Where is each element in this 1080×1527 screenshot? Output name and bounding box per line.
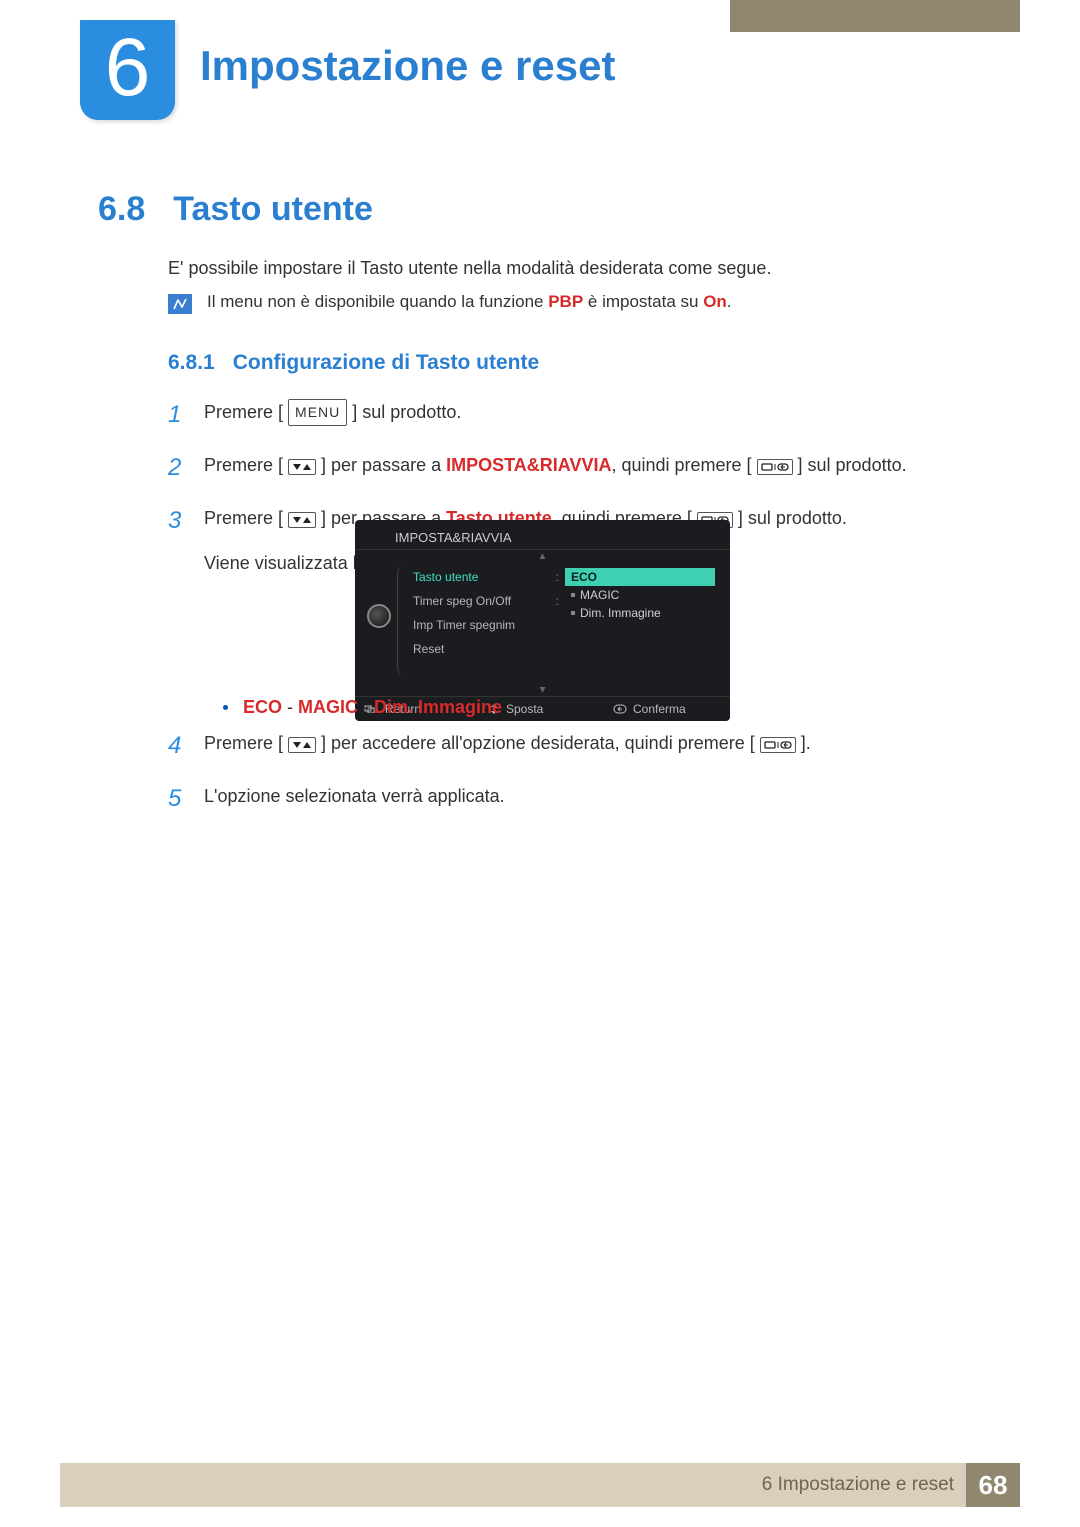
screen-enter-icon (760, 737, 796, 753)
bullet-sep2: - (358, 697, 374, 717)
osd-arc-decoration (397, 566, 407, 676)
osd-dial-icon (367, 604, 391, 628)
note-post: . (727, 292, 732, 311)
osd-footer-conferma-label: Conferma (633, 702, 686, 716)
step-1-body: Premere [ MENU ] sul prodotto. (204, 393, 461, 428)
bullet-sep1: - (282, 697, 298, 717)
step-1-a: Premere [ (204, 402, 288, 422)
osd-left-r3-label: Imp Timer spegnim (413, 618, 515, 632)
step-2-b: ] per passare a (316, 455, 446, 475)
osd-header: IMPOSTA&RIAVVIA (355, 526, 730, 550)
step-2-d: ] sul prodotto. (793, 455, 907, 475)
bullet-magic: MAGIC (298, 697, 358, 717)
chapter-number-badge: 6 (80, 20, 175, 120)
note-pre: Il menu non è disponibile quando la funz… (207, 292, 548, 311)
section-title: Tasto utente (173, 190, 373, 229)
step-3-d: ] sul prodotto. (733, 508, 847, 528)
step-5-body: L'opzione selezionata verrà applicata. (204, 777, 505, 812)
intro-text: E' possibile impostare il Tasto utente n… (168, 258, 771, 279)
options-bullet: ECO - MAGIC - Dim. Immagine (223, 697, 502, 718)
bullet-dim: Dim. Immagine (374, 697, 502, 717)
section-number: 6.8 (98, 190, 145, 229)
note-text: Il menu non è disponibile quando la funz… (207, 292, 732, 312)
footer-bar: 6 Impostazione e reset 68 (60, 1463, 1020, 1507)
subsection-title: Configurazione di Tasto utente (233, 351, 539, 375)
step-number-2: 2 (168, 446, 186, 489)
step-3-a: Premere [ (204, 508, 288, 528)
osd-left-row-1: Tasto utente: (411, 568, 561, 586)
osd-left-r1-label: Tasto utente (413, 570, 478, 584)
step-4-body: Premere [ ] per accedere all'opzione des… (204, 724, 811, 759)
step-number-3: 3 (168, 499, 186, 542)
osd-option-eco: ECO (565, 568, 715, 586)
osd-footer-sposta-label: Sposta (506, 702, 543, 716)
down-up-icon (288, 512, 316, 528)
osd-left-row-2: Timer speg On/Off: (411, 592, 561, 610)
down-up-icon (288, 459, 316, 475)
chapter-title: Impostazione e reset (200, 42, 615, 90)
osd-left-r2-label: Timer speg On/Off (413, 594, 511, 608)
note-pbp: PBP (548, 292, 583, 311)
osd-option-magic: MAGIC (565, 586, 715, 604)
note-mid: è impostata su (583, 292, 703, 311)
top-accent-strip (730, 0, 1020, 32)
step-number-4: 4 (168, 724, 186, 767)
subsection-number: 6.8.1 (168, 351, 215, 375)
osd-screenshot: IMPOSTA&RIAVVIA ▲ Tasto utente: Timer sp… (355, 520, 730, 721)
footer-text: 6 Impostazione e reset (762, 1474, 954, 1496)
note-on: On (703, 292, 727, 311)
step-4-a: Premere [ (204, 733, 288, 753)
step-4-b: ] per accedere all'opzione desiderata, q… (316, 733, 760, 753)
enter-icon (613, 704, 627, 714)
osd-left-row-3: Imp Timer spegnim (411, 616, 561, 634)
step-2-a: Premere [ (204, 455, 288, 475)
step-2-c: , quindi premere [ (611, 455, 756, 475)
step-number-1: 1 (168, 393, 186, 436)
osd-footer-conferma: Conferma (605, 697, 730, 721)
osd-option-dim: Dim. Immagine (565, 604, 715, 622)
osd-up-arrow-icon: ▲ (355, 550, 730, 564)
screen-enter-icon (757, 459, 793, 475)
footer-page-number: 68 (966, 1463, 1020, 1507)
bullet-icon (223, 705, 228, 710)
osd-down-arrow-icon: ▲ (355, 682, 730, 696)
osd-left-r4-label: Reset (413, 642, 444, 656)
menu-button-label: MENU (288, 399, 347, 426)
down-up-icon (288, 737, 316, 753)
step-number-5: 5 (168, 777, 186, 820)
step-2-body: Premere [ ] per passare a IMPOSTA&RIAVVI… (204, 446, 907, 481)
step-4-c: ]. (796, 733, 811, 753)
note-icon (168, 294, 192, 314)
step-1-b: ] sul prodotto. (347, 402, 461, 422)
step-2-kw: IMPOSTA&RIAVVIA (446, 455, 611, 475)
osd-left-row-4: Reset (411, 640, 561, 658)
bullet-eco: ECO (243, 697, 282, 717)
